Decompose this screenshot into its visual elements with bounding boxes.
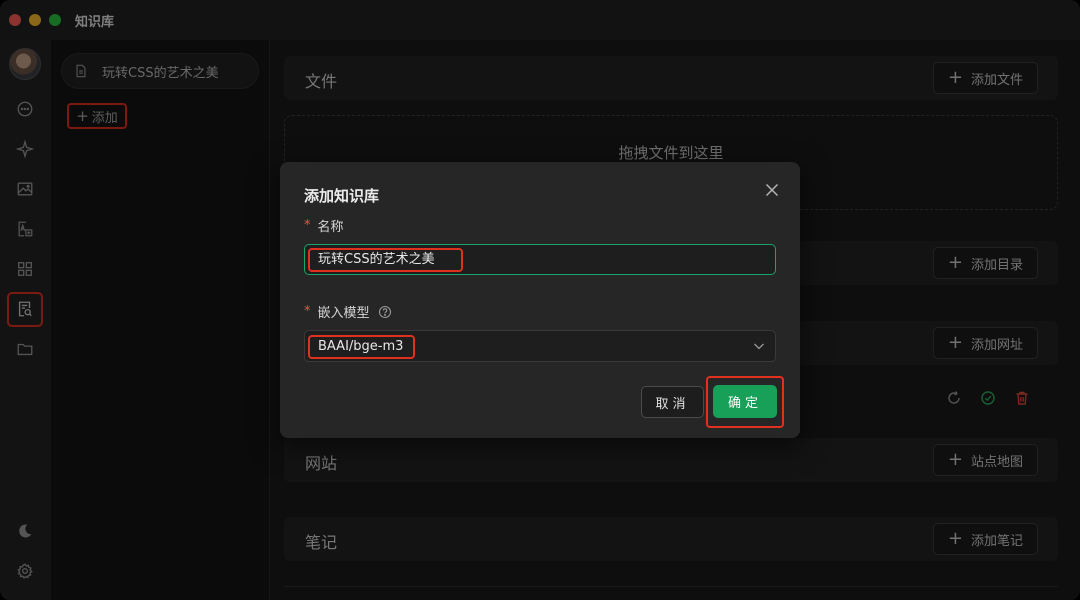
cancel-button[interactable]: 取消 (641, 386, 704, 418)
model-field-label: * 嵌入模型 (304, 302, 392, 321)
required-mark: * (304, 304, 311, 319)
embedding-model-select[interactable]: BAAI/bge-m3 (304, 330, 776, 362)
chevron-down-icon (754, 343, 764, 350)
app-window: 知识库 玩转CSS的艺术之美 + 添加 文件 + 添加文件 拖拽文件到这里 + … (0, 0, 1080, 600)
model-select-value: BAAI/bge-m3 (308, 335, 416, 359)
name-field-label: * 名称 (304, 216, 344, 235)
name-input-value: 玩转CSS的艺术之美 (308, 248, 463, 272)
add-knowledge-base-dialog: 添加知识库 * 名称 玩转CSS的艺术之美 * 嵌入模型 BAAI/bge-m3… (280, 162, 800, 438)
help-icon[interactable] (378, 305, 392, 319)
name-input[interactable]: 玩转CSS的艺术之美 (304, 244, 776, 275)
model-label-text: 嵌入模型 (317, 306, 370, 321)
confirm-button[interactable]: 确定 (713, 385, 777, 418)
dialog-title: 添加知识库 (304, 187, 380, 205)
name-label-text: 名称 (317, 220, 344, 235)
confirm-highlight: 确定 (706, 376, 784, 428)
close-icon[interactable] (764, 182, 780, 198)
required-mark: * (304, 218, 311, 233)
